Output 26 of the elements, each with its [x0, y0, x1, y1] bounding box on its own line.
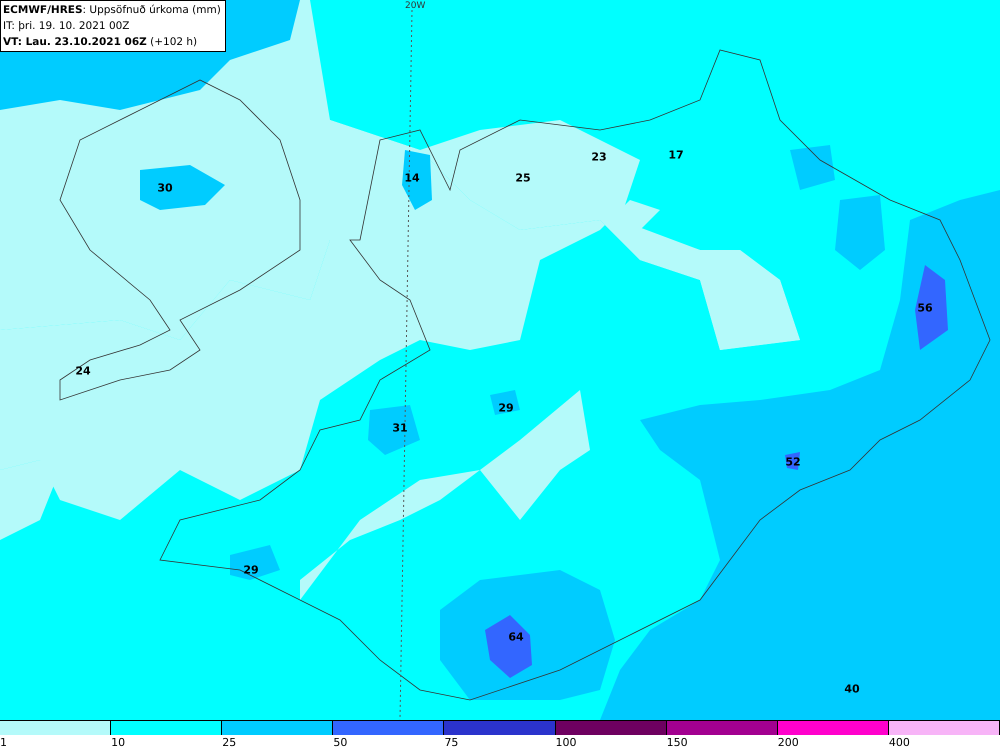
legend-tick: 1 — [0, 736, 7, 749]
valid-time: VT: Lau. 23.10.2021 06Z (+102 h) — [3, 35, 198, 50]
value-label: 40 — [844, 684, 860, 694]
legend-tick: 200 — [778, 736, 799, 749]
value-label: 31 — [392, 422, 408, 434]
value-label: 25 — [515, 172, 531, 184]
value-label: 52 — [785, 456, 801, 468]
chart-title: ECMWF/HRES: Uppsöfnuð úrkoma (mm) — [3, 3, 221, 18]
value-label: 23 — [591, 152, 607, 162]
legend-tick: 75 — [444, 736, 458, 749]
value-label: 17 — [668, 150, 684, 160]
value-label: 29 — [498, 402, 514, 414]
init-time: IT: þri. 19. 10. 2021 00Z — [3, 19, 130, 34]
value-label: 14 — [404, 172, 420, 184]
value-label: 64 — [508, 632, 524, 642]
value-label: 24 — [75, 366, 91, 376]
meridian-label: 20W — [405, 0, 426, 13]
legend-tick: 100 — [556, 736, 577, 749]
legend-tick: 150 — [666, 736, 688, 749]
legend-tick: 10 — [111, 736, 126, 749]
legend-tick: 25 — [222, 736, 236, 749]
value-label: 30 — [157, 182, 173, 194]
value-label: 56 — [917, 302, 933, 314]
value-label: 29 — [243, 564, 259, 576]
legend-tick: 400 — [888, 736, 910, 749]
legend-tick: 50 — [333, 736, 348, 749]
